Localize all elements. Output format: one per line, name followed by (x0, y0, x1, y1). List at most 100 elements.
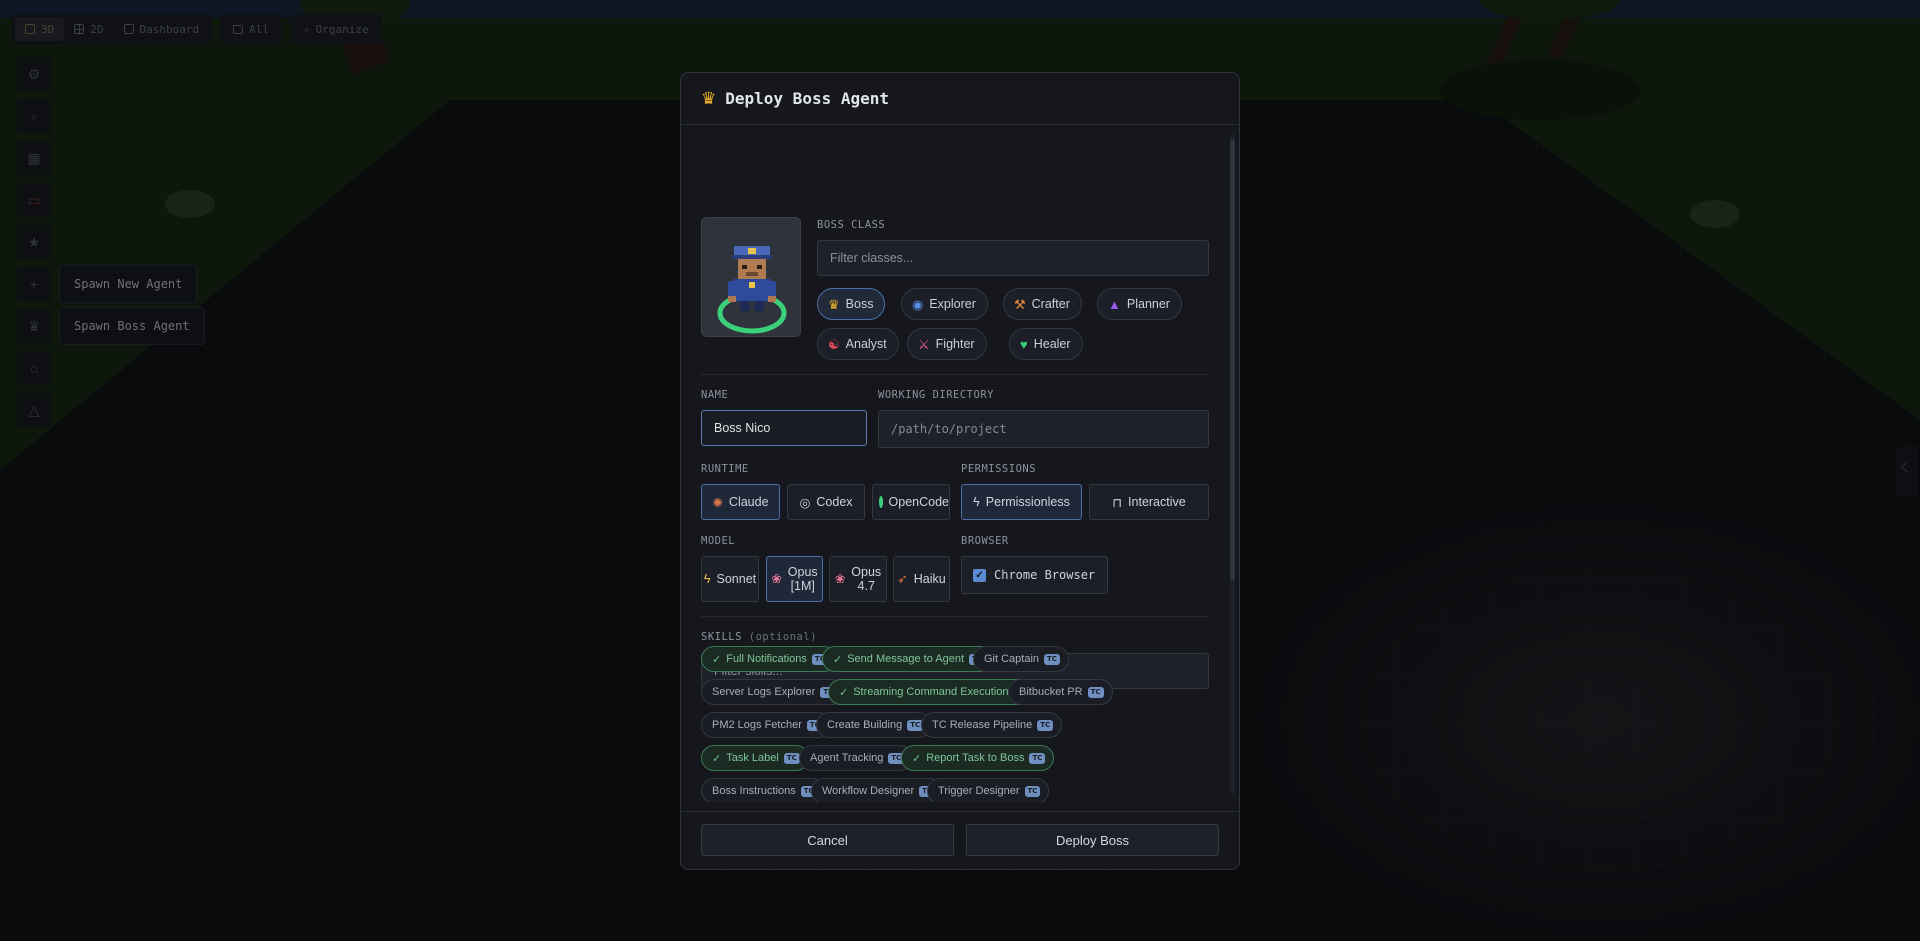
permissions-label: PERMISSIONS (961, 463, 1037, 475)
skill-chip-label: Send Message to Agent (847, 653, 965, 665)
permissionless-button[interactable]: ϟ Permissionless (961, 484, 1082, 520)
model-name: Opus (851, 564, 882, 579)
skill-chip[interactable]: ✓ Report Task to Boss TC (901, 745, 1055, 771)
class-chip-analyst[interactable]: ☯ Analyst (817, 328, 899, 360)
skill-chip[interactable]: ✓Streaming Command ExecutionTC (828, 679, 1039, 705)
skill-chip-label: Create Building (827, 719, 903, 731)
browser-label: BROWSER (961, 535, 1009, 547)
class-filter-placeholder: Filter classes... (830, 251, 914, 265)
skill-chip-label: Task Label (726, 752, 779, 764)
working-directory-placeholder: /path/to/project (891, 422, 1007, 436)
permission-label-text: Permissionless (985, 495, 1070, 509)
model-name: Sonnet (716, 571, 757, 586)
model-opus-1m-button[interactable]: ❀ Opus [1M] (766, 556, 823, 602)
divider (701, 374, 1209, 375)
skill-chip[interactable]: Trigger Designer TC (927, 778, 1050, 802)
skills-label: SKILLS (optional) (701, 631, 817, 643)
boss-class-label: BOSS CLASS (817, 219, 886, 231)
skill-badge: TC (1024, 785, 1041, 797)
boss-avatar-preview (701, 217, 801, 337)
skill-badge: TC (1087, 686, 1104, 698)
pickaxe-icon: ⚒ (1014, 296, 1026, 312)
cancel-button[interactable]: Cancel (701, 824, 954, 856)
name-input-value: Boss Nico (714, 421, 771, 435)
modal-scrollbar[interactable] (1230, 134, 1235, 794)
class-chip-crafter[interactable]: ⚒ Crafter (1003, 288, 1082, 320)
heart-icon: ♥ (1020, 336, 1028, 352)
brain-icon: ❀ (771, 571, 782, 586)
check-icon: ✓ (712, 752, 722, 765)
model-label-text: Opus 4.7 (851, 565, 881, 594)
runtime-codex-button[interactable]: ◎ Codex (787, 484, 865, 520)
runtime-opencode-button[interactable]: OpenCode (872, 484, 950, 520)
skill-badge: TC (783, 752, 800, 764)
name-input[interactable]: Boss Nico (701, 410, 867, 446)
rocket-icon: ➶ (897, 571, 908, 586)
class-chip-label: Analyst (845, 337, 887, 351)
crown-icon: ♛ (701, 88, 717, 108)
chrome-browser-toggle[interactable]: ✓ Chrome Browser (961, 556, 1108, 594)
skill-chip-label: Git Captain (984, 653, 1040, 665)
brain-icon: ❀ (834, 571, 846, 586)
skill-chip[interactable]: ✓ Task Label TC (701, 745, 809, 771)
class-chip-label: Planner (1126, 297, 1170, 311)
class-chip-fighter[interactable]: ⚔ Fighter (907, 328, 987, 360)
skill-chip-label: Trigger Designer (938, 785, 1020, 797)
skill-chip[interactable]: ✓ Full Notifications TC (701, 646, 837, 672)
class-chip-healer[interactable]: ♥ Healer (1009, 328, 1083, 360)
class-chip-label: Healer (1033, 337, 1071, 351)
skill-chip-label: PM2 Logs Fetcher (712, 719, 802, 731)
skill-chip[interactable]: Create Building TC (816, 712, 933, 738)
checkbox-checked-icon[interactable]: ✓ (973, 568, 986, 582)
check-icon: ✓ (912, 752, 922, 765)
skill-badge: TC (1044, 653, 1060, 665)
model-name: Opus (787, 564, 818, 579)
runtime-claude-button[interactable]: ✺ Claude (701, 484, 780, 520)
check-icon: ✓ (839, 686, 849, 699)
class-chip-label: Boss (845, 297, 874, 311)
model-name: Haiku (913, 571, 946, 586)
model-haiku-button[interactable]: ➶ Haiku (893, 556, 950, 602)
name-label: NAME (701, 389, 729, 401)
model-label-text: Sonnet (717, 572, 757, 586)
skill-badge: TC (1037, 719, 1054, 731)
working-directory-input[interactable]: /path/to/project (878, 410, 1209, 448)
check-icon: ✓ (712, 653, 722, 666)
boss-character-icon (717, 246, 787, 334)
claude-icon: ✺ (712, 495, 723, 510)
skill-chip-label: Full Notifications (726, 653, 807, 665)
check-icon: ✓ (833, 653, 843, 666)
bolt-icon: ϟ (703, 571, 711, 586)
runtime-label-text: Codex (816, 495, 853, 509)
skill-chip[interactable]: Server Logs ExplorerTC (701, 679, 846, 705)
divider (701, 616, 1209, 617)
deploy-boss-button[interactable]: Deploy Boss (966, 824, 1219, 856)
skill-chip-label: Boss Instructions (712, 785, 796, 797)
class-chip-boss[interactable]: ♛ Boss (817, 288, 886, 320)
scrollbar-thumb[interactable] (1230, 140, 1235, 580)
bolt-icon: ϟ (973, 495, 980, 509)
skill-chip[interactable]: Workflow DesignerTC (811, 778, 945, 802)
analyst-icon: ☯ (828, 336, 840, 352)
skill-chip-label: TC Release Pipeline (932, 719, 1033, 731)
modal-footer: Cancel Deploy Boss (681, 811, 1239, 869)
skill-chip-label: Streaming Command Execution (853, 686, 1009, 698)
model-sonnet-button[interactable]: ϟ Sonnet (701, 556, 759, 602)
class-chip-explorer[interactable]: ◉ Explorer (901, 288, 988, 320)
model-opus-47-button[interactable]: ❀ Opus 4.7 (829, 556, 887, 602)
class-chip-planner[interactable]: ▲ Planner (1097, 288, 1182, 320)
skill-chip[interactable]: ✓Send Message to AgentTC (822, 646, 994, 672)
skill-chip[interactable]: Agent Tracking TC (799, 745, 914, 771)
skill-chip[interactable]: PM2 Logs Fetcher TC (701, 712, 832, 738)
class-chip-label: Explorer (929, 297, 976, 311)
interactive-button[interactable]: ⊓ Interactive (1089, 484, 1209, 520)
skill-chip[interactable]: Git Captain TC (973, 646, 1069, 672)
skill-chip[interactable]: Bitbucket PR TC (1008, 679, 1113, 705)
skills-optional-text: (optional) (748, 631, 817, 643)
magnifier-icon: ◉ (912, 296, 924, 312)
class-filter-input[interactable]: Filter classes... (817, 240, 1209, 276)
skill-chip-label: Agent Tracking (810, 752, 884, 764)
model-label-text: Opus [1M] (788, 565, 818, 594)
skill-chip[interactable]: TC Release Pipeline TC (921, 712, 1063, 738)
skill-chip[interactable]: Boss Instructions TC (701, 778, 826, 802)
